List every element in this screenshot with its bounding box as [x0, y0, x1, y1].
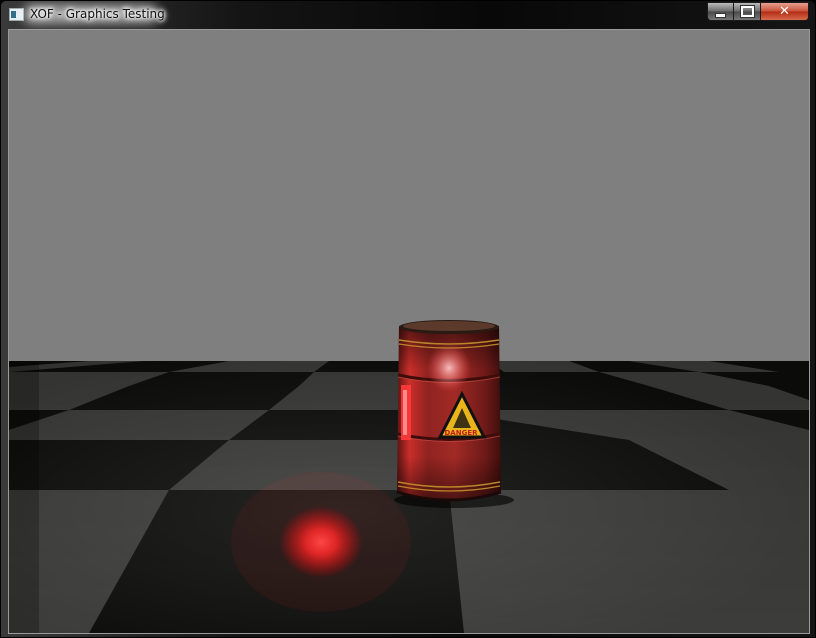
- minimize-button[interactable]: [707, 2, 734, 21]
- oil-barrel: DANGER: [396, 320, 502, 502]
- app-window-icon[interactable]: [9, 8, 24, 21]
- sky-backdrop: [9, 30, 809, 370]
- minimize-icon: [715, 12, 726, 18]
- barrel-danger-label: DANGER: [444, 429, 478, 437]
- window-title: XOF - Graphics Testing: [30, 7, 165, 21]
- maximize-button[interactable]: [734, 2, 761, 21]
- maximize-icon: [740, 5, 754, 17]
- title-bar[interactable]: XOF - Graphics Testing ✕: [1, 1, 815, 28]
- 3d-scene: DANGER: [9, 30, 809, 633]
- app-window: XOF - Graphics Testing ✕ DANGER: [0, 0, 816, 638]
- close-button[interactable]: ✕: [761, 2, 809, 21]
- close-icon: ✕: [779, 4, 790, 19]
- render-viewport[interactable]: DANGER: [8, 29, 810, 634]
